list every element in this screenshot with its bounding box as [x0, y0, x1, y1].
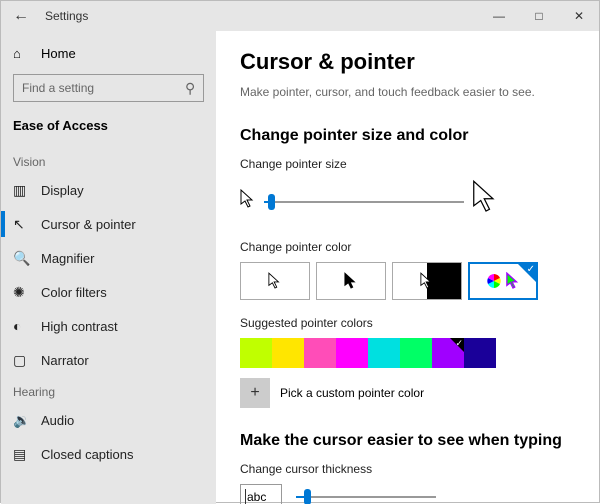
suggested-color-6[interactable]: ✓	[432, 338, 464, 368]
colorwheel-icon	[486, 273, 502, 289]
section-size-color: Change pointer size and color	[240, 127, 575, 145]
pointer-color-black[interactable]	[316, 262, 386, 300]
suggested-color-7[interactable]	[464, 338, 496, 368]
sidebar-item-colorfilters[interactable]: ✺Color filters	[1, 275, 216, 309]
small-cursor-icon	[240, 189, 256, 214]
pointer-size-slider[interactable]	[264, 192, 464, 212]
cursor-icon: ↖	[13, 216, 31, 233]
suggested-color-5[interactable]	[400, 338, 432, 368]
search-input[interactable]: Find a setting ⚲	[13, 74, 204, 102]
maximize-button[interactable]: □	[519, 1, 559, 31]
page-title: Cursor & pointer	[240, 49, 575, 75]
pointer-size-label: Change pointer size	[240, 157, 575, 171]
magnifier-icon: 🔍	[13, 250, 31, 267]
sidebar-item-cursor[interactable]: ↖Cursor & pointer	[1, 207, 216, 241]
suggested-color-1[interactable]	[272, 338, 304, 368]
sidebar-item-display[interactable]: ▥Display	[1, 173, 216, 207]
window-title: Settings	[45, 9, 88, 23]
pick-custom-color-label: Pick a custom pointer color	[280, 386, 424, 400]
category-title: Ease of Access	[13, 112, 216, 147]
sidebar-item-highcontrast[interactable]: ◐High contrast	[1, 309, 216, 343]
highcontrast-icon: ◐	[13, 318, 31, 334]
suggested-colors-row: ✓	[240, 338, 575, 368]
search-placeholder: Find a setting	[22, 81, 185, 95]
sidebar-item-cc[interactable]: ▤Closed captions	[1, 437, 216, 471]
suggested-color-3[interactable]	[336, 338, 368, 368]
section-cursor-typing: Make the cursor easier to see when typin…	[240, 432, 575, 450]
sidebar-item-audio[interactable]: 🔉Audio	[1, 403, 216, 437]
back-button[interactable]: ←	[1, 7, 41, 25]
pointer-color-custom[interactable]: ✓	[468, 262, 538, 300]
cursor-sample: abc	[240, 484, 282, 504]
large-cursor-icon	[472, 179, 500, 224]
suggested-color-0[interactable]	[240, 338, 272, 368]
minimize-button[interactable]: —	[479, 1, 519, 31]
search-icon: ⚲	[185, 80, 195, 97]
suggested-color-2[interactable]	[304, 338, 336, 368]
sidebar: ⌂ Home Find a setting ⚲ Ease of Access V…	[1, 31, 216, 504]
group-hearing: Hearing	[13, 377, 216, 403]
audio-icon: 🔉	[13, 412, 31, 429]
pointer-color-label: Change pointer color	[240, 240, 575, 254]
pointer-color-inverted[interactable]	[392, 262, 462, 300]
home-icon: ⌂	[13, 46, 31, 61]
display-icon: ▥	[13, 182, 31, 199]
cursor-thickness-slider[interactable]	[296, 487, 436, 504]
group-vision: Vision	[13, 147, 216, 173]
suggested-colors-label: Suggested pointer colors	[240, 316, 575, 330]
sidebar-item-narrator[interactable]: ▢Narrator	[1, 343, 216, 377]
main-content: Cursor & pointer Make pointer, cursor, a…	[216, 31, 599, 504]
suggested-color-4[interactable]	[368, 338, 400, 368]
home-link[interactable]: ⌂ Home	[13, 41, 216, 66]
home-label: Home	[41, 46, 76, 61]
narrator-icon: ▢	[13, 352, 31, 369]
colorfilters-icon: ✺	[13, 284, 31, 301]
page-subtitle: Make pointer, cursor, and touch feedback…	[240, 85, 575, 99]
pick-custom-color-button[interactable]: +	[240, 378, 270, 408]
cc-icon: ▤	[13, 446, 31, 463]
pointer-color-white[interactable]	[240, 262, 310, 300]
cursor-thickness-label: Change cursor thickness	[240, 462, 575, 476]
close-button[interactable]: ✕	[559, 1, 599, 31]
sidebar-item-magnifier[interactable]: 🔍Magnifier	[1, 241, 216, 275]
